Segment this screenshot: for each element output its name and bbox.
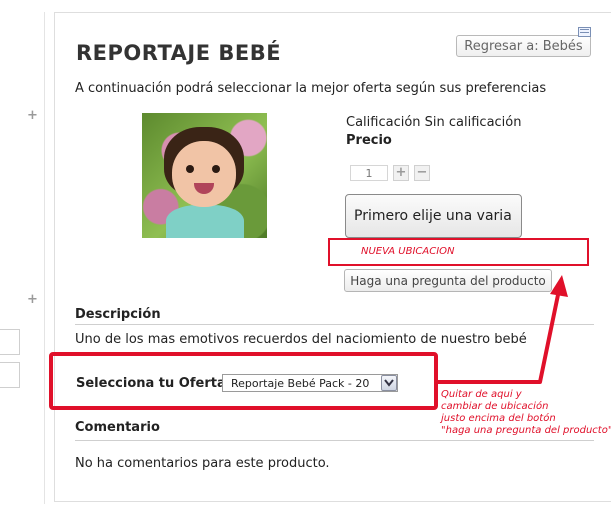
divider (75, 324, 594, 325)
back-to-category-button[interactable]: Regresar a: Bebés (456, 35, 591, 57)
annotation-note: Quitar de aqui y cambiar de ubicación ju… (441, 389, 611, 437)
annotation-note-line: justo encima del botón (441, 413, 556, 424)
sidebar-input-stub[interactable] (0, 329, 20, 355)
offer-select[interactable]: Reportaje Bebé Pack - 20 (222, 374, 398, 392)
chevron-down-icon[interactable] (381, 375, 397, 391)
quantity-decrease-button[interactable]: − (414, 165, 430, 181)
no-comments-text: No ha comentarios para este producto. (75, 456, 330, 471)
page-title: REPORTAJE BEBÉ (76, 41, 282, 65)
description-heading: Descripción (75, 307, 161, 322)
comments-heading: Comentario (75, 420, 160, 435)
divider (75, 440, 594, 441)
annotation-note-line: "haga una pregunta del producto" (441, 425, 611, 436)
description-text: Uno de los mas emotivos recuerdos del na… (75, 332, 527, 347)
intro-text: A continuación podrá seleccionar la mejo… (75, 81, 547, 96)
quantity-increase-button[interactable]: + (393, 165, 409, 181)
rating-text: Calificación Sin calificación (346, 115, 522, 130)
sidebar-input-stub[interactable] (0, 362, 20, 388)
baby-face (172, 141, 236, 207)
quantity-input[interactable]: 1 (350, 165, 388, 181)
expand-plus-icon[interactable]: + (27, 293, 38, 306)
annotation-note-line: Quitar de aqui y (441, 389, 522, 400)
annotation-new-location: NUEVA UBICACION (361, 246, 455, 257)
expand-plus-icon[interactable]: + (27, 109, 38, 122)
baby-eye (212, 165, 220, 173)
product-image (142, 113, 267, 238)
left-sidebar (0, 12, 45, 504)
mail-icon[interactable] (578, 27, 591, 37)
price-label: Precio (346, 133, 392, 148)
offer-label: Selecciona tu Oferta (76, 376, 226, 391)
annotation-note-line: cambiar de ubicación (441, 401, 549, 412)
baby-eye (186, 165, 194, 173)
choose-variant-button[interactable]: Primero elije una varia (345, 194, 522, 238)
baby-shirt (166, 205, 244, 238)
ask-question-button[interactable]: Haga una pregunta del producto (344, 269, 552, 292)
